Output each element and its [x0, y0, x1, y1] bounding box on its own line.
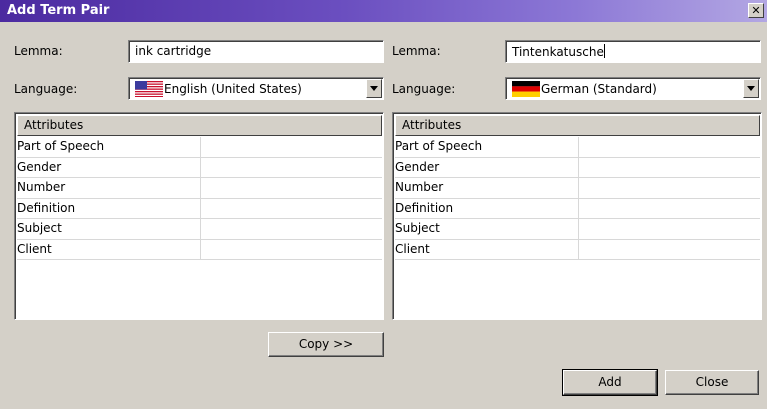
left-language-label: Language:	[14, 82, 78, 96]
left-language-dropdown-button[interactable]	[366, 79, 382, 98]
left-attributes-grid[interactable]: Attributes Part of Speech Gender Number …	[14, 112, 384, 320]
left-lemma-label: Lemma:	[14, 44, 63, 58]
chevron-down-icon	[370, 86, 378, 91]
us-flag-icon	[135, 81, 163, 97]
text-caret	[603, 44, 605, 58]
german-flag-icon	[512, 81, 540, 97]
right-language-dropdown-button[interactable]	[743, 79, 759, 98]
table-row[interactable]: Part of Speech	[395, 137, 760, 158]
add-button[interactable]: Add	[562, 369, 658, 396]
title-bar: Add Term Pair ✕	[0, 0, 767, 22]
right-attribute-rows: Part of Speech Gender Number Definition …	[395, 137, 760, 260]
table-row[interactable]: Subject	[17, 219, 382, 240]
right-language-label: Language:	[392, 82, 456, 96]
right-attributes-header[interactable]: Attributes	[395, 115, 760, 136]
table-row[interactable]: Client	[17, 239, 382, 260]
left-attribute-rows: Part of Speech Gender Number Definition …	[17, 137, 382, 260]
close-icon: ✕	[751, 4, 761, 17]
left-language-select[interactable]: English (United States)	[128, 77, 384, 100]
left-lemma-input[interactable]: ink cartridge	[128, 40, 384, 63]
table-row[interactable]: Number	[395, 178, 760, 199]
right-lemma-label: Lemma:	[392, 44, 441, 58]
table-row[interactable]: Part of Speech	[17, 137, 382, 158]
left-attributes-header[interactable]: Attributes	[17, 115, 382, 136]
right-lemma-input[interactable]: Tintenkatusche	[505, 40, 761, 63]
close-window-button[interactable]: ✕	[748, 3, 764, 18]
table-row[interactable]: Definition	[17, 198, 382, 219]
right-attributes-grid[interactable]: Attributes Part of Speech Gender Number …	[392, 112, 762, 320]
close-button[interactable]: Close	[665, 370, 759, 395]
table-row[interactable]: Definition	[395, 198, 760, 219]
copy-button[interactable]: Copy >>	[268, 332, 384, 357]
table-row[interactable]: Gender	[395, 157, 760, 178]
table-row[interactable]: Client	[395, 239, 760, 260]
table-row[interactable]: Number	[17, 178, 382, 199]
right-language-select[interactable]: German (Standard)	[505, 77, 761, 100]
chevron-down-icon	[747, 86, 755, 91]
window-title: Add Term Pair	[7, 3, 110, 18]
table-row[interactable]: Gender	[17, 157, 382, 178]
table-row[interactable]: Subject	[395, 219, 760, 240]
